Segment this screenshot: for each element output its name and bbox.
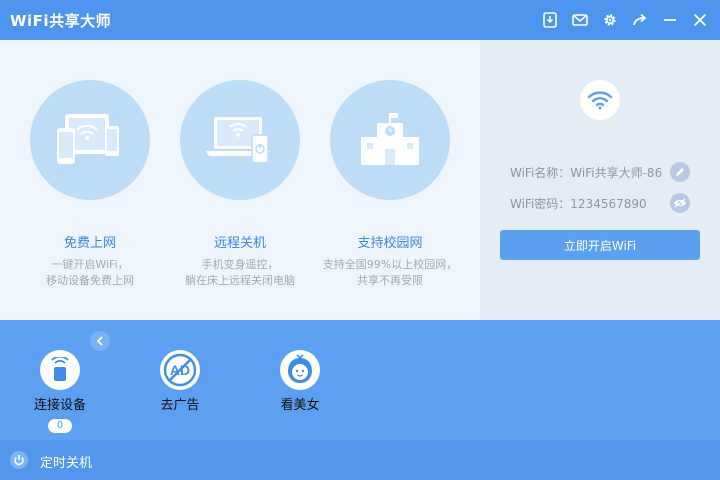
laptop-remote-icon [180,80,300,200]
feature-title: 免费上网 [63,236,116,251]
girl-avatar-icon [280,350,320,390]
tools-bar: 连接设备 0 AD 去广告 看美女 [0,320,720,440]
device-count-badge: 0 [48,419,72,433]
ad-block-icon: AD [160,350,200,390]
feature-title: 支持校园网 [357,236,423,251]
chevron-left-icon[interactable] [90,331,110,351]
window-controls [538,8,712,32]
feature-desc: 一键开启WiFi， 移动设备免费上网 [46,258,134,287]
close-icon[interactable] [688,8,712,32]
edit-icon[interactable] [670,162,690,182]
wifi-name-text: WiFi名称：WiFi共享大师-86 [510,165,663,180]
feature-desc: 手机变身遥控， 躺在床上远程关闭电脑 [185,258,295,287]
wifi-icon [580,80,620,120]
title-bar: WiFi共享大师 [0,0,720,40]
feature-free-internet[interactable]: 免费上网 一键开启WiFi， 移动设备免费上网 [15,80,165,289]
footer-bar: 定时关机 [0,440,720,480]
feature-campus-network[interactable]: 支持校园网 支持全国99%以上校园网， 共享不再受限 [315,80,465,289]
tool-label: 看美女 [280,398,320,413]
feature-title: 远程关机 [213,236,266,251]
features-panel: 免费上网 一键开启WiFi， 移动设备免费上网 远程关机 手机变身遥控， 躺在床… [0,40,480,320]
wifi-name-row: WiFi名称：WiFi共享大师-86 [510,162,690,182]
download-icon[interactable] [538,8,562,32]
start-wifi-button[interactable]: 立即开启WiFi [500,230,700,260]
scheduled-shutdown-link[interactable]: 定时关机 [40,452,92,471]
tool-connected-devices[interactable]: 连接设备 0 [20,350,100,433]
minimize-icon[interactable] [658,8,682,32]
school-building-icon [330,80,450,200]
power-icon[interactable] [10,451,28,469]
mail-icon[interactable] [568,8,592,32]
feature-remote-shutdown[interactable]: 远程关机 手机变身遥控， 躺在床上远程关闭电脑 [165,80,315,289]
share-icon[interactable] [628,8,652,32]
tool-label: 去广告 [160,398,200,413]
tool-beauty-gallery[interactable]: 看美女 [260,350,340,413]
app-title: WiFi共享大师 [10,12,112,30]
wifi-password-row: WiFi密码：1234567890 [510,193,690,213]
feature-desc: 支持全国99%以上校园网， 共享不再受限 [322,258,458,287]
devices-wifi-icon [30,80,150,200]
wifi-info-panel: WiFi名称：WiFi共享大师-86 WiFi密码：1234567890 立即开… [480,40,720,320]
wifi-password-text: WiFi密码：1234567890 [510,196,647,211]
tool-remove-ads[interactable]: AD 去广告 [140,350,220,413]
tool-label: 连接设备 [33,398,86,413]
connected-device-icon [40,350,80,390]
gear-icon[interactable] [598,8,622,32]
eye-icon[interactable] [670,193,690,213]
